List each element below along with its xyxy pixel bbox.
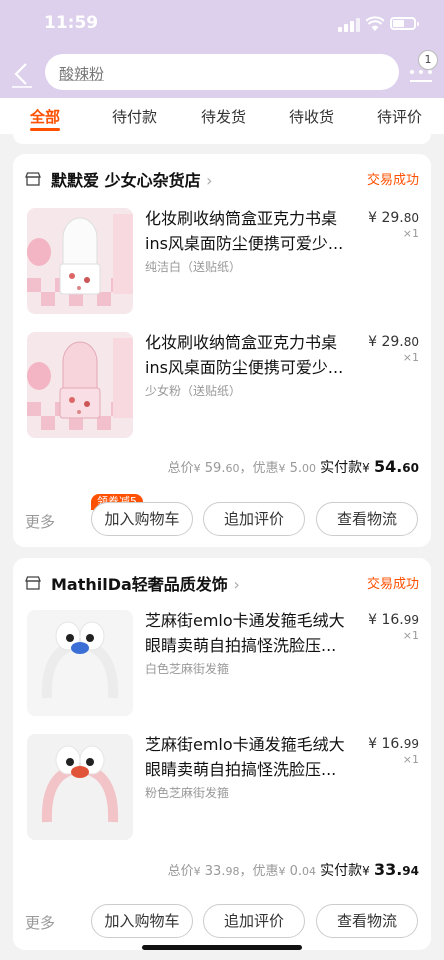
battery-icon [390, 17, 419, 30]
product-sku: 粉色芝麻街发箍 [145, 786, 230, 800]
status-time: 11:59 [44, 13, 99, 33]
more-underline [410, 80, 432, 82]
status-bar: 11:59 [0, 0, 444, 50]
add-review-button[interactable]: 追加评价 [203, 904, 305, 938]
product-image[interactable] [27, 610, 133, 716]
product-sku: 纯洁白（送贴纸） [145, 260, 242, 274]
product-price: ¥ 29.80 [368, 334, 419, 350]
tab-pending-review[interactable]: 待评价 [377, 106, 422, 127]
previous-card-bottom [13, 134, 431, 144]
product-price: ¥ 16.99 [368, 736, 419, 752]
wifi-icon [366, 16, 384, 31]
order-status: 交易成功 [366, 577, 419, 592]
product-quantity: ×1 [402, 227, 419, 240]
product-title[interactable]: 芝麻街emlo卡通发箍毛绒大眼睛卖萌自拍搞怪洗脸压... [145, 732, 357, 782]
view-logistics-button[interactable]: 查看物流 [316, 904, 418, 938]
tab-active-indicator [30, 128, 60, 131]
add-to-cart-button[interactable]: 加入购物车 [91, 904, 193, 938]
product-title[interactable]: 化妆刷收纳筒盒亚克力书桌ins风桌面防尘便携可爱少... [145, 206, 357, 256]
product-image[interactable] [27, 332, 133, 438]
tab-pending-receipt[interactable]: 待收货 [289, 106, 334, 127]
order-card: MathilDa轻奢品质发饰 › 交易成功 芝麻街emlo卡通发箍毛绒大眼睛卖萌… [13, 558, 431, 950]
add-review-button[interactable]: 追加评价 [203, 502, 305, 536]
order-status: 交易成功 [366, 173, 419, 188]
chevron-right-icon: › [233, 575, 240, 594]
product-quantity: ×1 [402, 753, 419, 766]
product-title[interactable]: 芝麻街emlo卡通发箍毛绒大眼睛卖萌自拍搞怪洗脸压... [145, 608, 357, 658]
shop-name[interactable]: 默默爱 少女心杂货店 › [51, 167, 213, 191]
add-to-cart-button[interactable]: 加入购物车 [91, 502, 193, 536]
product-title[interactable]: 化妆刷收纳筒盒亚克力书桌ins风桌面防尘便携可爱少... [145, 330, 357, 380]
product-quantity: ×1 [402, 629, 419, 642]
order-tabs: 全部 待付款 待发货 待收货 待评价 [0, 98, 444, 134]
search-query: 酸辣粉 [59, 65, 105, 83]
more-link[interactable]: 更多 [25, 511, 55, 532]
nav-bar: 酸辣粉 1 [0, 50, 444, 98]
tab-pending-payment[interactable]: 待付款 [112, 106, 157, 127]
product-quantity: ×1 [402, 351, 419, 364]
view-logistics-button[interactable]: 查看物流 [316, 502, 418, 536]
product-sku: 少女粉（送贴纸） [145, 384, 242, 398]
tab-pending-shipment[interactable]: 待发货 [201, 106, 246, 127]
shop-icon [25, 172, 41, 186]
product-image[interactable] [27, 208, 133, 314]
order-totals: 总价¥ 59.60，优惠¥ 5.00 实付款¥ 54.60 [167, 457, 419, 476]
back-icon[interactable] [8, 60, 36, 88]
search-bar[interactable]: 酸辣粉 [45, 54, 399, 90]
product-image[interactable] [27, 734, 133, 840]
chevron-right-icon: › [206, 171, 213, 190]
signal-icon [338, 18, 360, 32]
shop-name[interactable]: MathilDa轻奢品质发饰 › [51, 571, 240, 595]
product-price: ¥ 16.99 [368, 612, 419, 628]
shop-icon [25, 576, 41, 590]
tab-all[interactable]: 全部 [30, 106, 60, 127]
more-link[interactable]: 更多 [25, 912, 55, 933]
order-totals: 总价¥ 33.98，优惠¥ 0.04 实付款¥ 33.94 [167, 860, 419, 879]
product-sku: 白色芝麻街发箍 [145, 662, 230, 676]
home-indicator[interactable] [142, 945, 302, 950]
product-price: ¥ 29.80 [368, 210, 419, 226]
message-badge: 1 [418, 50, 438, 70]
order-card: 默默爱 少女心杂货店 › 交易成功 化妆刷收纳筒盒亚克力书桌ins风桌面防尘便携… [13, 154, 431, 547]
